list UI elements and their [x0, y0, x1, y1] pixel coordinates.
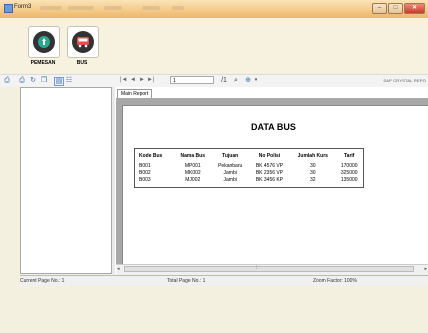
cell-kode-bus: B003	[139, 177, 151, 183]
cell-kode-bus: B002	[139, 170, 151, 176]
cell-tujuan: Jambi	[223, 177, 237, 183]
window-title: Form3	[14, 4, 32, 10]
booking-icon	[33, 31, 55, 53]
pemesan-label: PEMESAN	[30, 60, 56, 66]
bus-table: Kode Bus Nama Bus Tujuan No Polisi Jumla…	[134, 148, 364, 188]
table-header-row: Kode Bus Nama Bus Tujuan No Polisi Jumla…	[135, 149, 364, 164]
page-number-input[interactable]: 1	[170, 76, 214, 84]
bus-icon	[72, 31, 94, 53]
viewer-toolbar: ⎙ ↻ ❐ ▤ ☷ |◄ ◄ ► ►| 1 /1 ⌕ ⊕ ▾ SAP CRYST…	[18, 74, 428, 88]
cell-no-polisi: BK 4576 VP	[255, 163, 284, 169]
column-header: No Polisi	[258, 153, 281, 159]
horizontal-scrollbar[interactable]: ◂ ⁞ ▸	[116, 264, 428, 274]
app-icon	[4, 4, 13, 13]
cell-nama-bus: MK002	[184, 170, 201, 176]
cell-nama-bus: MJ002	[185, 177, 201, 183]
window-controls: – □ ✕	[372, 3, 425, 14]
cell-no-polisi: BK 2356 VP	[255, 170, 284, 176]
bus-button[interactable]	[67, 26, 99, 58]
total-page-status: Total Page No.: 1	[167, 278, 206, 284]
table-row: B003 MJ002 Jambi BK 3456 KP 32 135000	[135, 177, 364, 188]
prev-page-button[interactable]: ◄	[130, 77, 136, 83]
left-strip	[0, 87, 20, 286]
go-to-page-icon[interactable]: /1	[220, 77, 228, 84]
report-title: DATA BUS	[251, 122, 296, 132]
cell-tarif: 170000	[340, 163, 358, 169]
find-icon[interactable]: ⌕	[232, 77, 240, 84]
minimize-button[interactable]: –	[372, 3, 387, 14]
group-tree-panel[interactable]	[20, 87, 112, 274]
toggle-parameter-icon[interactable]: ☷	[65, 77, 73, 84]
print-icon[interactable]: ⎙	[18, 77, 26, 84]
column-header: Jumlah Kurs	[297, 153, 328, 159]
cell-no-polisi: BK 3456 KP	[255, 177, 284, 183]
maximize-button[interactable]: □	[388, 3, 403, 14]
first-page-button[interactable]: |◄	[120, 77, 128, 83]
table-row: B002 MK002 Jambi BK 2356 VP 30 325000	[135, 170, 364, 177]
column-header: Tujuan	[222, 153, 239, 159]
column-header: Kode Bus	[139, 153, 163, 159]
cell-tarif: 325000	[340, 170, 358, 176]
cell-jumlah-kurs: 30	[310, 170, 316, 176]
cell-nama-bus: MP001	[184, 163, 201, 169]
sap-brand-label: SAP CRYSTAL REPO	[383, 78, 426, 83]
scroll-left-arrow-icon[interactable]: ◂	[117, 266, 120, 272]
column-header: Tarif	[343, 153, 355, 159]
report-view: Main Report DATA BUS Kode Bus Nama Bus T…	[115, 87, 428, 274]
close-button[interactable]: ✕	[404, 3, 425, 14]
cell-tarif: 135000	[340, 177, 358, 183]
last-page-button[interactable]: ►|	[147, 77, 155, 83]
export-icon[interactable]: ⎙	[3, 77, 11, 84]
form-background	[0, 286, 428, 333]
cell-jumlah-kurs: 32	[310, 177, 316, 183]
cell-tujuan: Jambi	[223, 170, 237, 176]
pemesan-button[interactable]	[28, 26, 60, 58]
current-page-status: Current Page No.: 1	[20, 278, 65, 284]
zoom-dropdown-icon[interactable]: ▾	[252, 77, 260, 84]
next-page-button[interactable]: ►	[139, 77, 145, 83]
zoom-status: Zoom Factor: 100%	[313, 278, 357, 284]
scroll-right-arrow-icon[interactable]: ▸	[424, 266, 427, 272]
top-button-panel: PEMESAN BUS	[0, 18, 428, 73]
cell-tujuan: Pekanbaru	[218, 163, 243, 169]
refresh-icon[interactable]: ↻	[29, 77, 37, 84]
viewer-toolbar-left: ⎙	[0, 74, 20, 88]
bus-label: BUS	[76, 60, 88, 66]
scroll-grip-icon: ⁞	[256, 265, 258, 271]
scrollbar-thumb[interactable]	[124, 266, 414, 272]
cell-jumlah-kurs: 30	[310, 163, 316, 169]
cell-kode-bus: B001	[139, 163, 151, 169]
report-canvas: DATA BUS Kode Bus Nama Bus Tujuan No Pol…	[116, 98, 428, 264]
copy-icon[interactable]: ❐	[40, 77, 48, 84]
title-bar: Form3 – □ ✕	[0, 0, 428, 19]
zoom-icon[interactable]: ⊕	[244, 77, 252, 84]
table-row: B001 MP001 Pekanbaru BK 4576 VP 30 17000…	[135, 163, 364, 170]
report-page: DATA BUS Kode Bus Nama Bus Tujuan No Pol…	[122, 105, 428, 264]
column-header: Nama Bus	[180, 153, 205, 159]
toggle-group-tree-icon[interactable]: ▤	[54, 77, 64, 86]
tab-main-report[interactable]: Main Report	[117, 89, 153, 98]
